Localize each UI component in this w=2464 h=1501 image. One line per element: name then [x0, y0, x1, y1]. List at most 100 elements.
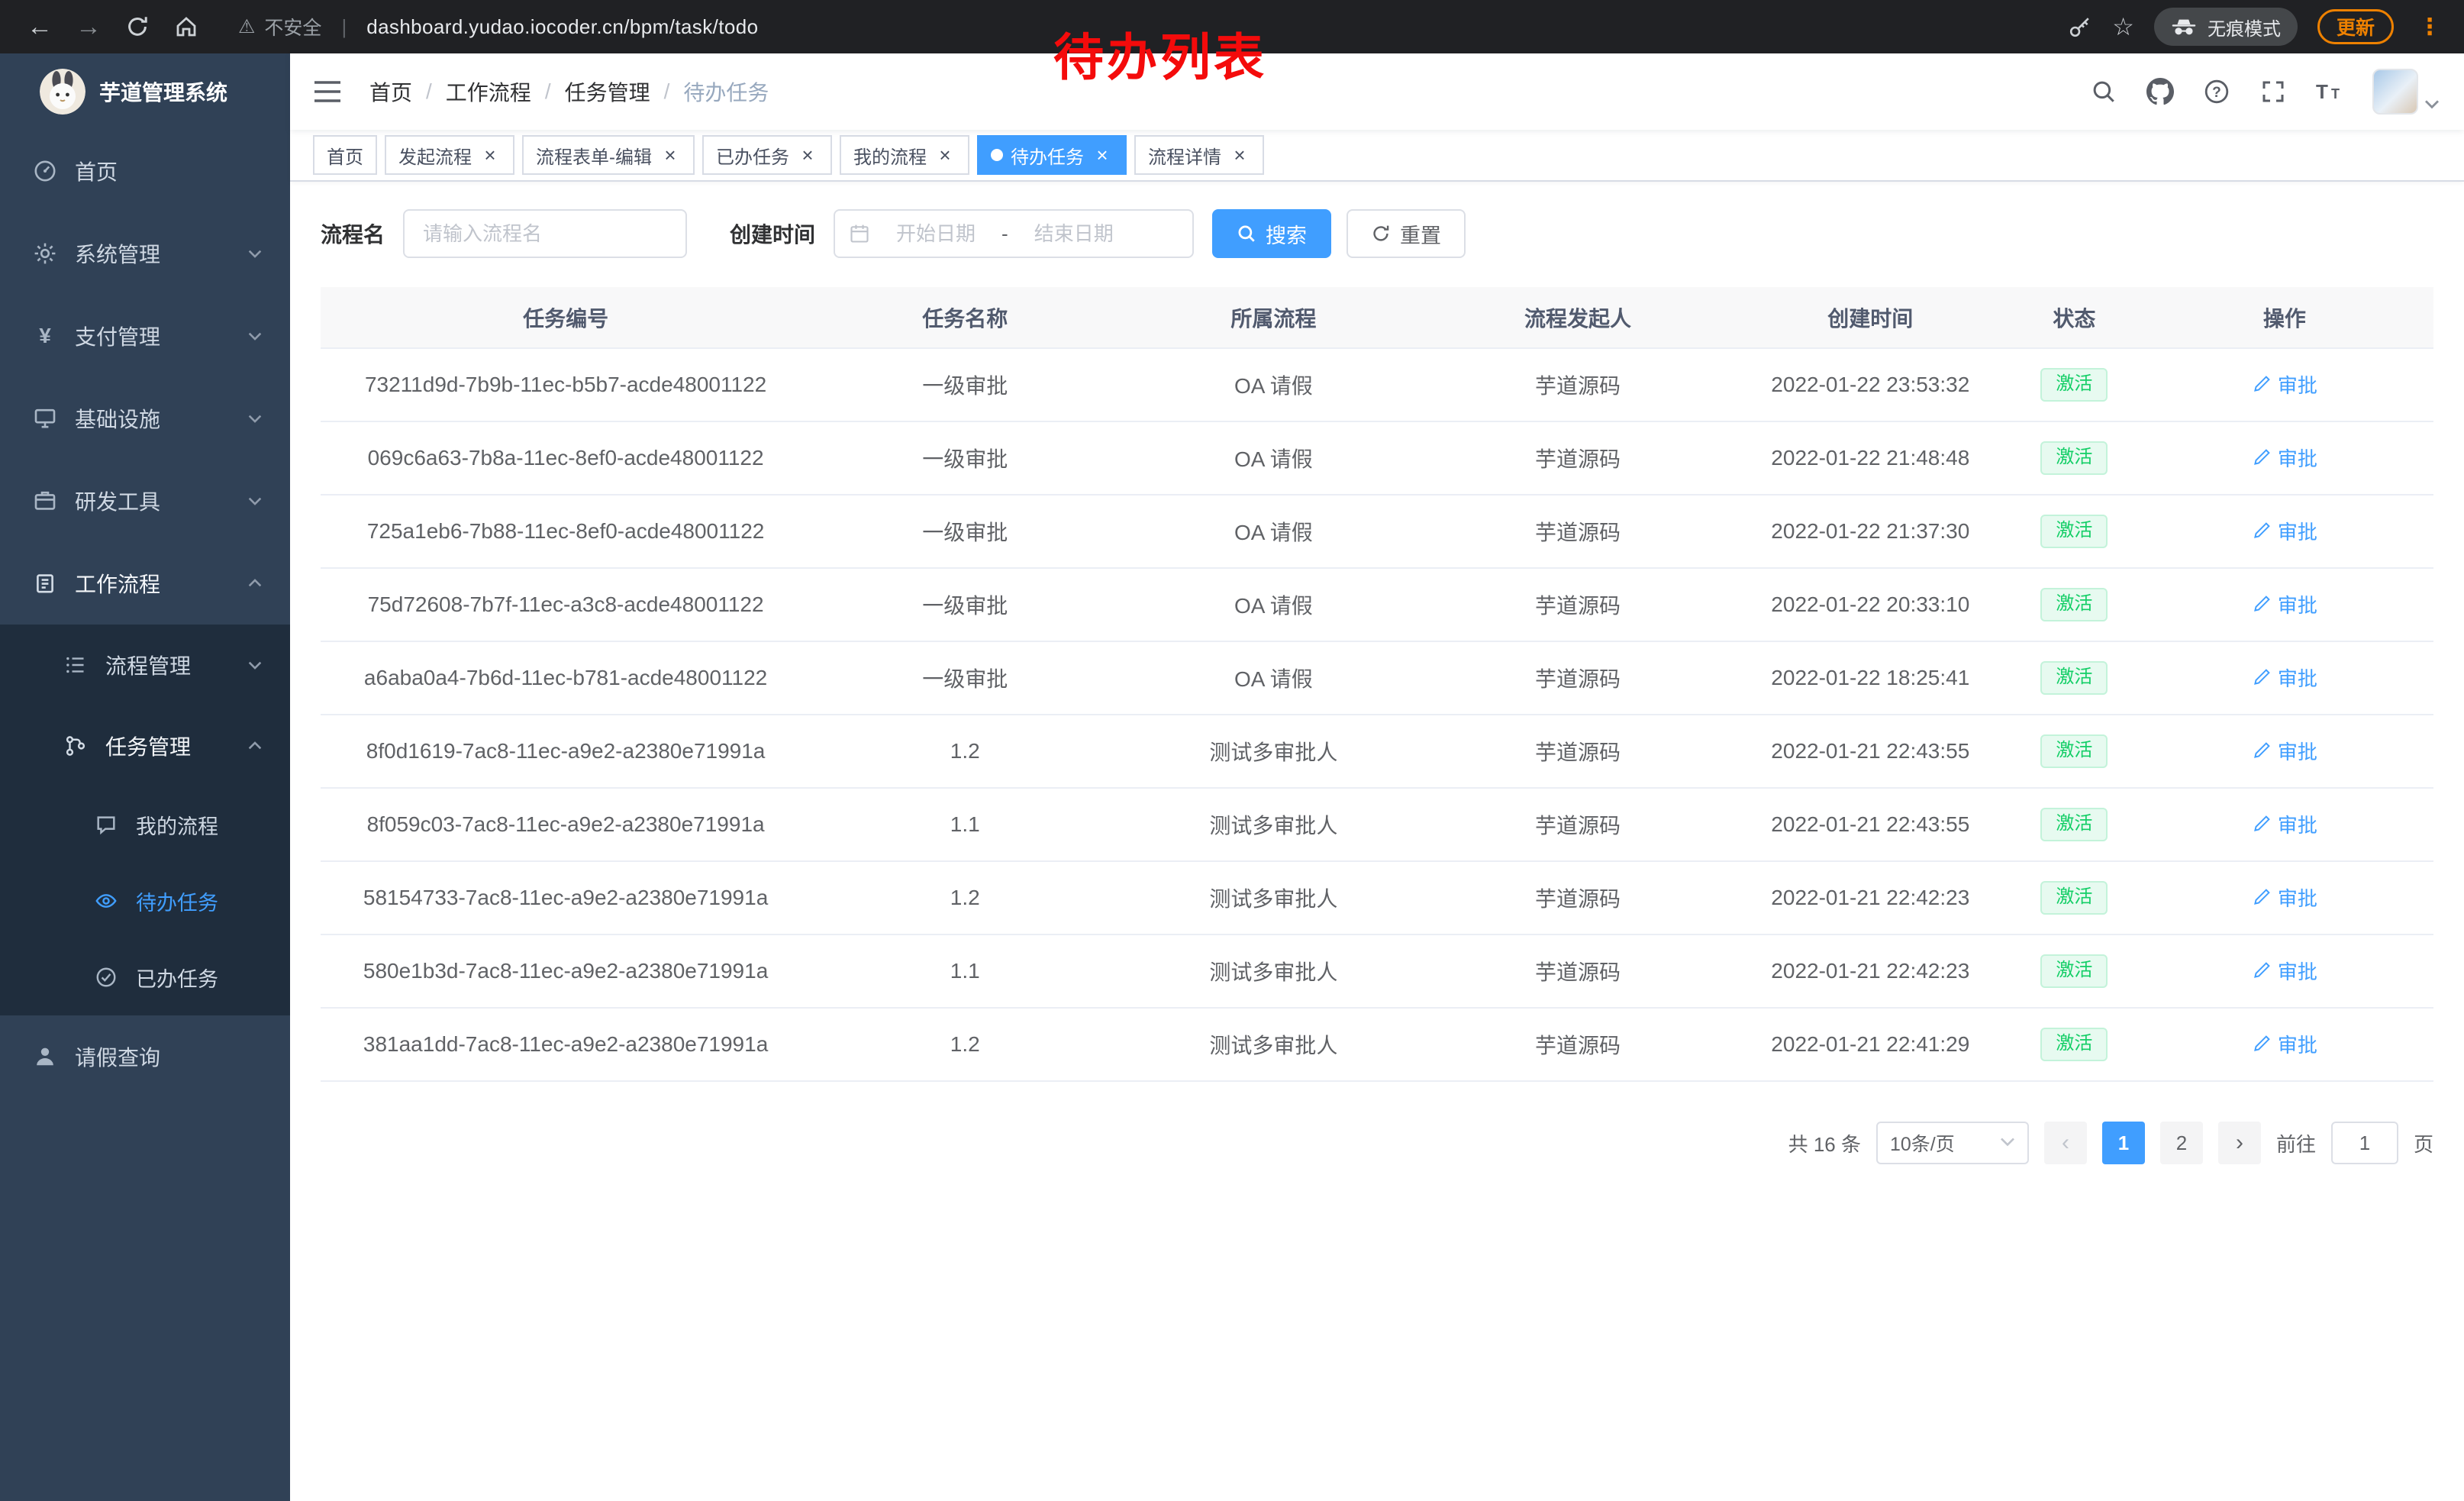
sidebar-item-my-process[interactable]: 我的流程 [0, 786, 290, 863]
cell-process: OA 请假 [1119, 348, 1427, 421]
approve-link[interactable]: 审批 [2252, 1030, 2317, 1058]
tab-active-dot [991, 149, 1003, 161]
tab-close-icon[interactable]: × [1092, 144, 1113, 166]
end-date-input[interactable] [1014, 222, 1134, 246]
view-tab[interactable]: 我的流程 × [840, 135, 969, 175]
sidebar-item-system[interactable]: 系统管理 [0, 212, 290, 295]
prev-page-button[interactable]: ‹ [2044, 1122, 2087, 1164]
approve-link[interactable]: 审批 [2252, 517, 2317, 545]
search-button-label: 搜索 [1266, 219, 1307, 249]
tab-close-icon[interactable]: × [797, 144, 818, 166]
star-icon[interactable]: ☆ [2112, 12, 2134, 41]
calendar-icon [849, 223, 870, 244]
chevron-up-icon [246, 574, 264, 592]
update-button[interactable]: 更新 [2317, 9, 2394, 44]
font-size-icon[interactable]: TT [2316, 78, 2343, 105]
sidebar-item-process-management[interactable]: 流程管理 [0, 625, 290, 705]
page-button-1[interactable]: 1 [2102, 1122, 2145, 1164]
sidebar-item-infrastructure[interactable]: 基础设施 [0, 377, 290, 460]
header-actions: 操作 [2136, 287, 2433, 348]
app-logo[interactable]: 芋道管理系统 [0, 53, 290, 130]
annotation-text: 待办列表 [1053, 17, 1267, 90]
approve-link[interactable]: 审批 [2252, 810, 2317, 838]
cell-initiator: 芋道源码 [1427, 861, 1727, 934]
next-page-button[interactable]: › [2218, 1122, 2261, 1164]
process-name-input[interactable] [403, 209, 687, 258]
sidebar-item-label: 流程管理 [105, 650, 191, 680]
browser-nav-buttons: ← → [18, 5, 208, 48]
header-process: 所属流程 [1119, 287, 1427, 348]
header-initiator: 流程发起人 [1427, 287, 1727, 348]
approve-link[interactable]: 审批 [2252, 957, 2317, 985]
breadcrumb-separator: / [426, 79, 432, 104]
key-icon[interactable] [2068, 15, 2092, 39]
browser-toolbar: ← → ⚠ 不安全 | dashboard.yudao.iocoder.cn/b… [0, 0, 2464, 53]
date-range-picker[interactable]: - [834, 209, 1194, 258]
search-button[interactable]: 搜索 [1212, 209, 1331, 258]
cell-initiator: 芋道源码 [1427, 495, 1727, 568]
approve-link[interactable]: 审批 [2252, 370, 2317, 399]
approve-link[interactable]: 审批 [2252, 737, 2317, 765]
page-size-select[interactable]: 10条/页 [1876, 1122, 2029, 1164]
header-created-at: 创建时间 [1727, 287, 2013, 348]
tab-close-icon[interactable]: × [479, 144, 501, 166]
view-tab[interactable]: 首页 [313, 135, 377, 175]
sidebar-collapse-icon[interactable] [313, 76, 343, 107]
search-icon[interactable] [2090, 78, 2117, 105]
cell-task-name: 1.2 [811, 861, 1119, 934]
reset-button[interactable]: 重置 [1346, 209, 1466, 258]
approve-link[interactable]: 审批 [2252, 883, 2317, 912]
sidebar-item-done-tasks[interactable]: 已办任务 [0, 939, 290, 1015]
tab-close-icon[interactable]: × [1229, 144, 1250, 166]
start-date-input[interactable] [876, 222, 995, 246]
sidebar-item-task-management[interactable]: 任务管理 [0, 705, 290, 786]
view-tab[interactable]: 发起流程 × [385, 135, 514, 175]
view-tab[interactable]: 已办任务 × [702, 135, 832, 175]
user-menu[interactable] [2372, 69, 2440, 115]
cell-task-id: 580e1b3d-7ac8-11ec-a9e2-a2380e71991a [321, 934, 811, 1008]
app-shell: 芋道管理系统 首页 系统管理 ¥ 支付管理 基础设施 [0, 53, 2464, 1501]
page-content: 流程名 创建时间 - 搜索 [290, 182, 2464, 1501]
sidebar-item-todo-tasks[interactable]: 待办任务 [0, 863, 290, 939]
breadcrumb-separator: / [545, 79, 551, 104]
view-tab[interactable]: 流程详情 × [1134, 135, 1264, 175]
cell-task-id: 381aa1dd-7ac8-11ec-a9e2-a2380e71991a [321, 1008, 811, 1081]
cell-task-id: 8f059c03-7ac8-11ec-a9e2-a2380e71991a [321, 788, 811, 861]
status-badge: 激活 [2040, 954, 2108, 988]
tab-close-icon[interactable]: × [934, 144, 956, 166]
approve-link[interactable]: 审批 [2252, 590, 2317, 618]
sidebar-item-home[interactable]: 首页 [0, 130, 290, 212]
sidebar-item-workflow[interactable]: 工作流程 [0, 542, 290, 625]
edit-icon [2252, 667, 2272, 687]
breadcrumb-workflow[interactable]: 工作流程 [446, 76, 531, 107]
help-icon[interactable]: ? [2203, 78, 2230, 105]
tab-close-icon[interactable]: × [660, 144, 681, 166]
sidebar-item-leave-query[interactable]: 请假查询 [0, 1015, 290, 1098]
dashboard-icon [32, 158, 58, 184]
cell-process: 测试多审批人 [1119, 788, 1427, 861]
page-button-2[interactable]: 2 [2160, 1122, 2203, 1164]
status-badge: 激活 [2040, 441, 2108, 475]
approve-link[interactable]: 审批 [2252, 444, 2317, 472]
divider: | [341, 15, 347, 39]
goto-page-input[interactable] [2331, 1122, 2398, 1164]
menu-dots-icon[interactable]: ⋮ [2414, 14, 2446, 40]
sidebar-item-payment[interactable]: ¥ 支付管理 [0, 295, 290, 377]
breadcrumb-task-management[interactable]: 任务管理 [565, 76, 650, 107]
breadcrumb-home[interactable]: 首页 [369, 76, 412, 107]
cell-task-name: 1.2 [811, 715, 1119, 788]
view-tab[interactable]: 流程表单-编辑 × [522, 135, 695, 175]
home-icon[interactable] [165, 5, 208, 48]
tab-label: 流程表单-编辑 [536, 142, 652, 169]
edit-icon [2252, 374, 2272, 394]
back-icon[interactable]: ← [18, 5, 61, 48]
app-title: 芋道管理系统 [99, 76, 227, 107]
view-tab[interactable]: 待办任务 × [977, 135, 1127, 175]
reload-icon[interactable] [116, 5, 159, 48]
fullscreen-icon[interactable] [2259, 78, 2287, 105]
sidebar-item-devtools[interactable]: 研发工具 [0, 460, 290, 542]
forward-icon[interactable]: → [67, 5, 110, 48]
address-bar[interactable]: ⚠ 不安全 | dashboard.yudao.iocoder.cn/bpm/t… [238, 13, 758, 40]
github-icon[interactable] [2146, 78, 2174, 105]
approve-link[interactable]: 审批 [2252, 663, 2317, 692]
